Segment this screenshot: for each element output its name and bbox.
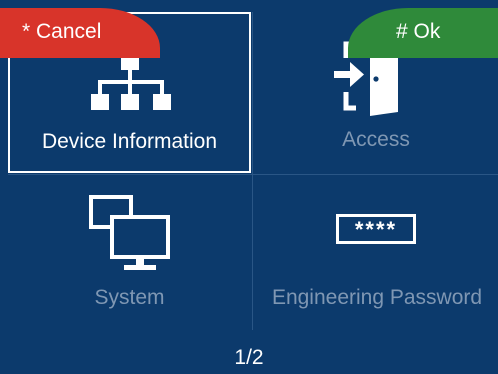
tile-label-engineering-password: Engineering Password [271,286,483,309]
tile-label-access: Access [342,128,410,151]
tile-system[interactable]: System [8,176,251,330]
tile-label-system: System [94,286,165,309]
divider-vertical [252,12,253,330]
divider-horizontal [8,174,498,175]
monitors-icon [89,195,170,270]
ok-button[interactable]: # Ok [348,8,498,58]
tile-label-device-information: Device Information [41,130,218,153]
tile-engineering-password[interactable]: **** Engineering Password [254,176,498,330]
network-hierarchy-icon [91,54,171,110]
cancel-button[interactable]: * Cancel [0,8,160,58]
page-indicator: 1/2 [234,346,264,369]
password-box-icon: **** [336,214,416,244]
